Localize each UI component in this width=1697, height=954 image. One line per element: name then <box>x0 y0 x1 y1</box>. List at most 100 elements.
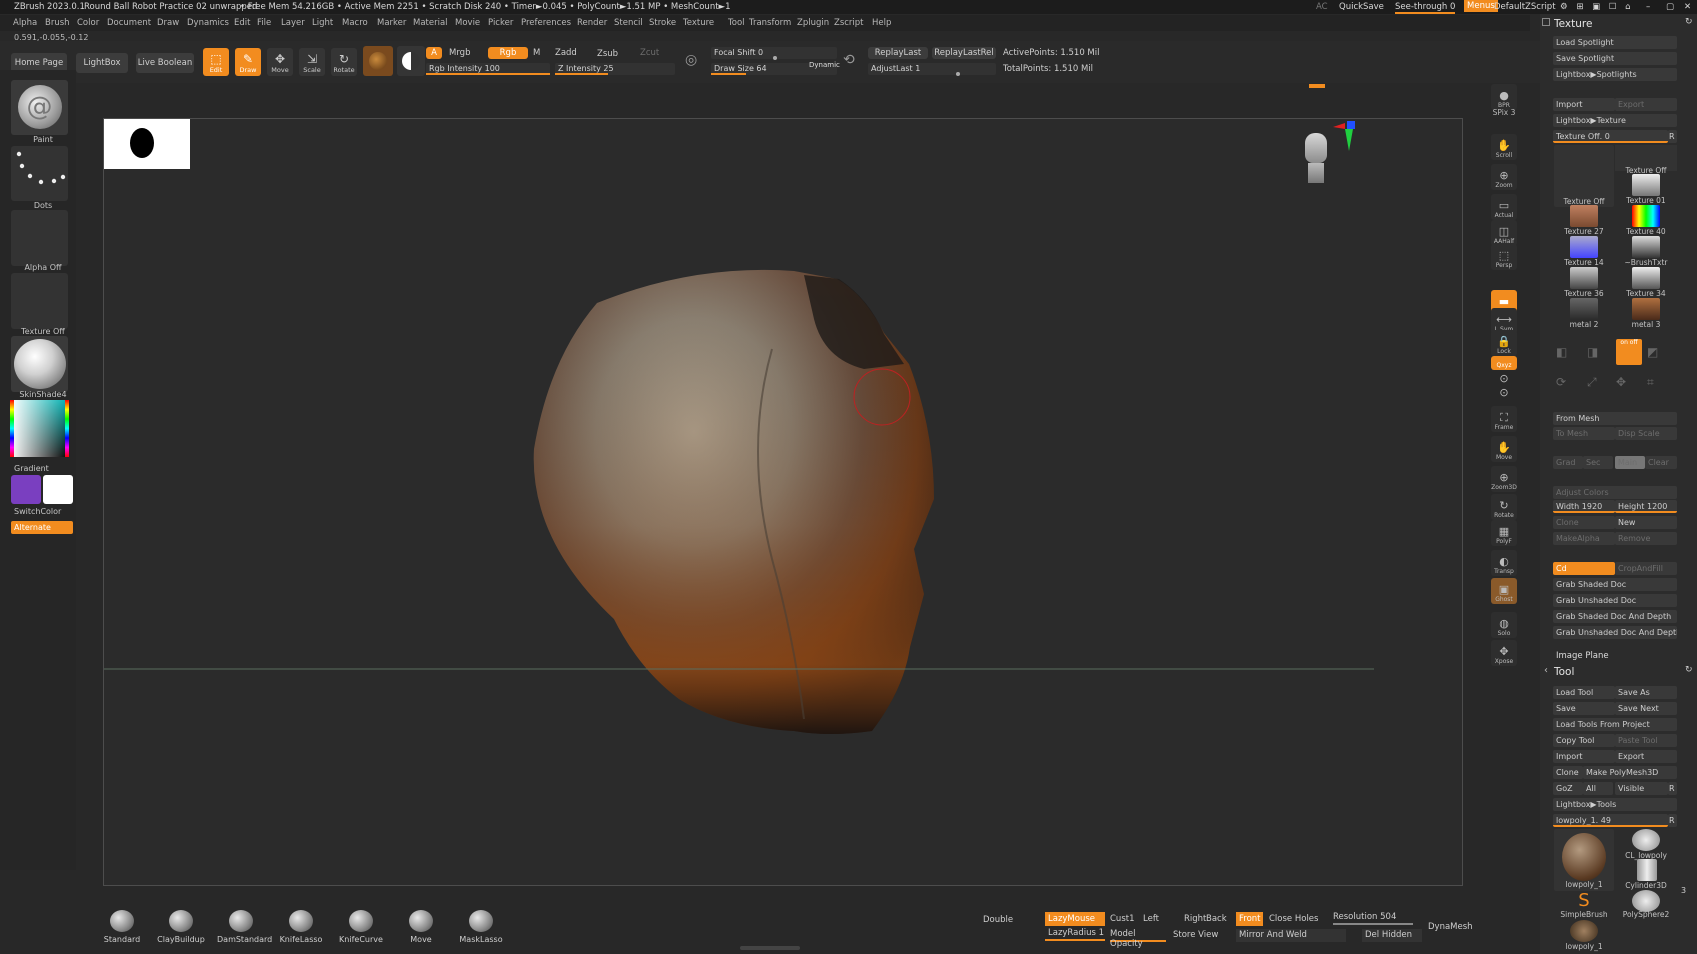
on-off-toggle[interactable]: on off <box>1616 339 1642 365</box>
rgb-button[interactable]: Rgb <box>488 47 528 59</box>
shelf-zoom[interactable]: ⊕ Zoom <box>1491 164 1517 190</box>
shelf-aahalf[interactable]: ◫ AAHalf <box>1491 220 1517 246</box>
shelf-spix-3[interactable]: SPix 3 <box>1491 106 1517 118</box>
tool-r-button[interactable]: R <box>1668 814 1677 827</box>
back-view-button[interactable]: Back <box>1206 914 1227 924</box>
stroke-button[interactable] <box>11 146 68 201</box>
menu-draw[interactable]: Draw <box>157 18 179 28</box>
panel-collapse-icon[interactable]: ‹ <box>1544 665 1548 676</box>
focal-shift-slider[interactable]: Focal Shift 0 <box>711 47 837 60</box>
material-button[interactable] <box>363 46 393 76</box>
shelf-frame[interactable]: ⛶ Frame <box>1491 406 1517 432</box>
metal-3-thumb[interactable] <box>1632 298 1660 320</box>
shelf-scroll[interactable]: ✋ Scroll <box>1491 134 1517 160</box>
menu-zscript[interactable]: Zscript <box>834 18 864 28</box>
load-tool-button[interactable]: Load Tool <box>1553 686 1615 699</box>
goz-r-button[interactable]: R <box>1668 782 1677 795</box>
z-intensity-slider[interactable]: Z Intensity 25 <box>555 63 675 75</box>
current-tool-slider[interactable]: lowpoly_1. 49 <box>1553 814 1668 827</box>
shelf-zoom3d[interactable]: ⊕ Zoom3D <box>1491 466 1517 492</box>
texture-new-button[interactable]: New <box>1615 516 1677 529</box>
menu-zplugin[interactable]: Zplugin <box>797 18 829 28</box>
menu-tool[interactable]: Tool <box>728 18 745 28</box>
texture-export-button[interactable]: Export <box>1615 98 1677 111</box>
texture-off-slider[interactable]: Texture Off. 0 <box>1553 130 1668 143</box>
rgb-intensity-slider[interactable]: Rgb Intensity 100 <box>426 63 550 75</box>
replay-last-rel-button[interactable]: ReplayLastRel <box>932 47 996 59</box>
right-view-button[interactable]: Right <box>1184 914 1206 924</box>
shelf-xpose[interactable]: ✥ Xpose <box>1491 640 1517 666</box>
shelf-polyf[interactable]: ▦ PolyF <box>1491 520 1517 546</box>
shelf-ghost[interactable]: ▣ Ghost <box>1491 578 1517 604</box>
adjust-last-slider[interactable]: AdjustLast 1 <box>868 63 996 76</box>
shelf-actual[interactable]: ▭ Actual <box>1491 194 1517 220</box>
save-next-button[interactable]: Save Next <box>1615 702 1677 715</box>
sculpted-model[interactable] <box>104 119 1464 887</box>
zcut-button[interactable]: Zcut <box>640 48 659 58</box>
mirror-and-weld-button[interactable]: Mirror And Weld <box>1236 929 1346 942</box>
alternate-button[interactable]: Alternate <box>11 521 73 534</box>
texture-01-thumb[interactable] <box>1632 174 1660 196</box>
color-picker-square[interactable] <box>10 400 69 457</box>
grab-unshaded-doc-button[interactable]: Grab Unshaded Doc <box>1553 594 1677 607</box>
paste-tool-button[interactable]: Paste Tool <box>1615 734 1677 747</box>
shelf-rotate[interactable]: ↻ Rotate <box>1491 494 1517 520</box>
clear-button[interactable]: Clear <box>1645 456 1677 469</box>
menu-stencil[interactable]: Stencil <box>614 18 643 28</box>
brush-damstandard[interactable]: DamStandard <box>217 910 272 944</box>
secondary-color-swatch[interactable] <box>43 475 73 504</box>
make-polymesh-button[interactable]: Make PolyMesh3D <box>1583 766 1677 779</box>
close-holes-button[interactable]: Close Holes <box>1269 914 1318 924</box>
brush-standard[interactable]: Standard <box>98 910 146 944</box>
menu-render[interactable]: Render <box>577 18 607 28</box>
menu-help[interactable]: Help <box>872 18 891 28</box>
menu-movie[interactable]: Movie <box>455 18 480 28</box>
image-plane-menu[interactable]: Image Plane <box>1556 651 1609 661</box>
tool-import-button[interactable]: Import <box>1553 750 1615 763</box>
menu-macro[interactable]: Macro <box>342 18 368 28</box>
shelf-icon-12[interactable]: ⊙ <box>1491 386 1517 400</box>
save-spotlight-button[interactable]: Save Spotlight <box>1553 52 1677 65</box>
make-alpha-button[interactable]: MakeAlpha <box>1553 532 1615 545</box>
save-tool-button[interactable]: Save <box>1553 702 1615 715</box>
adjust-colors-button[interactable]: Adjust Colors <box>1553 486 1677 499</box>
mrgb-button[interactable]: Mrgb <box>449 48 470 58</box>
menu-preferences[interactable]: Preferences <box>521 18 571 28</box>
tool-panel-refresh-icon[interactable]: ↻ <box>1685 665 1693 675</box>
goz-button[interactable]: GoZ <box>1553 782 1583 795</box>
texture-14-thumb[interactable] <box>1570 236 1598 258</box>
menu-document[interactable]: Document <box>107 18 151 28</box>
dynamesh-button[interactable]: DynaMesh <box>1428 922 1473 932</box>
cust1-button[interactable]: Cust1 <box>1110 914 1135 924</box>
menu-dynamics[interactable]: Dynamics <box>187 18 229 28</box>
menu-transform[interactable]: Transform <box>749 18 791 28</box>
lightbox-tools-button[interactable]: Lightbox▶Tools <box>1553 798 1677 811</box>
live-boolean-button[interactable]: Live Boolean <box>136 53 194 73</box>
maximize-icon[interactable]: ▢ <box>1666 2 1674 12</box>
menu-marker[interactable]: Marker <box>377 18 406 28</box>
cl-lowpoly-thumb[interactable] <box>1632 829 1660 851</box>
texture-button[interactable] <box>11 273 68 329</box>
move-mode-button[interactable]: ✥ Move <box>267 48 293 76</box>
bottom-scroll-handle[interactable] <box>740 946 800 950</box>
brush-button[interactable]: @ <box>11 80 68 135</box>
dynamic-toggle[interactable]: Dynamic <box>809 61 840 69</box>
texture-27-thumb[interactable] <box>1570 205 1598 227</box>
lightbox-button[interactable]: LightBox <box>76 53 128 73</box>
menu-light[interactable]: Light <box>312 18 333 28</box>
material-thumbnail-button[interactable] <box>11 336 68 392</box>
panel-dock-icon[interactable] <box>1542 18 1550 26</box>
zsub-button[interactable]: Zsub <box>597 49 618 59</box>
lowpoly-1-thumb-2[interactable] <box>1570 920 1598 942</box>
shelf-lock[interactable]: 🔒 Lock <box>1491 330 1517 356</box>
texture-34-thumb[interactable] <box>1632 267 1660 289</box>
load-tools-from-project-button[interactable]: Load Tools From Project <box>1553 718 1677 731</box>
invert-icon[interactable]: ◩ <box>1647 345 1658 359</box>
texture-clone-button[interactable]: Clone <box>1553 516 1615 529</box>
metal-2-thumb[interactable] <box>1570 298 1598 320</box>
main-color-swatch[interactable] <box>11 475 41 504</box>
double-toggle[interactable]: Double <box>983 915 1013 925</box>
draw-mode-button[interactable]: ✎ Draw <box>235 48 261 76</box>
polysphere2-thumb[interactable] <box>1632 890 1660 912</box>
brush-claybuildup[interactable]: ClayBuildup <box>157 910 205 944</box>
